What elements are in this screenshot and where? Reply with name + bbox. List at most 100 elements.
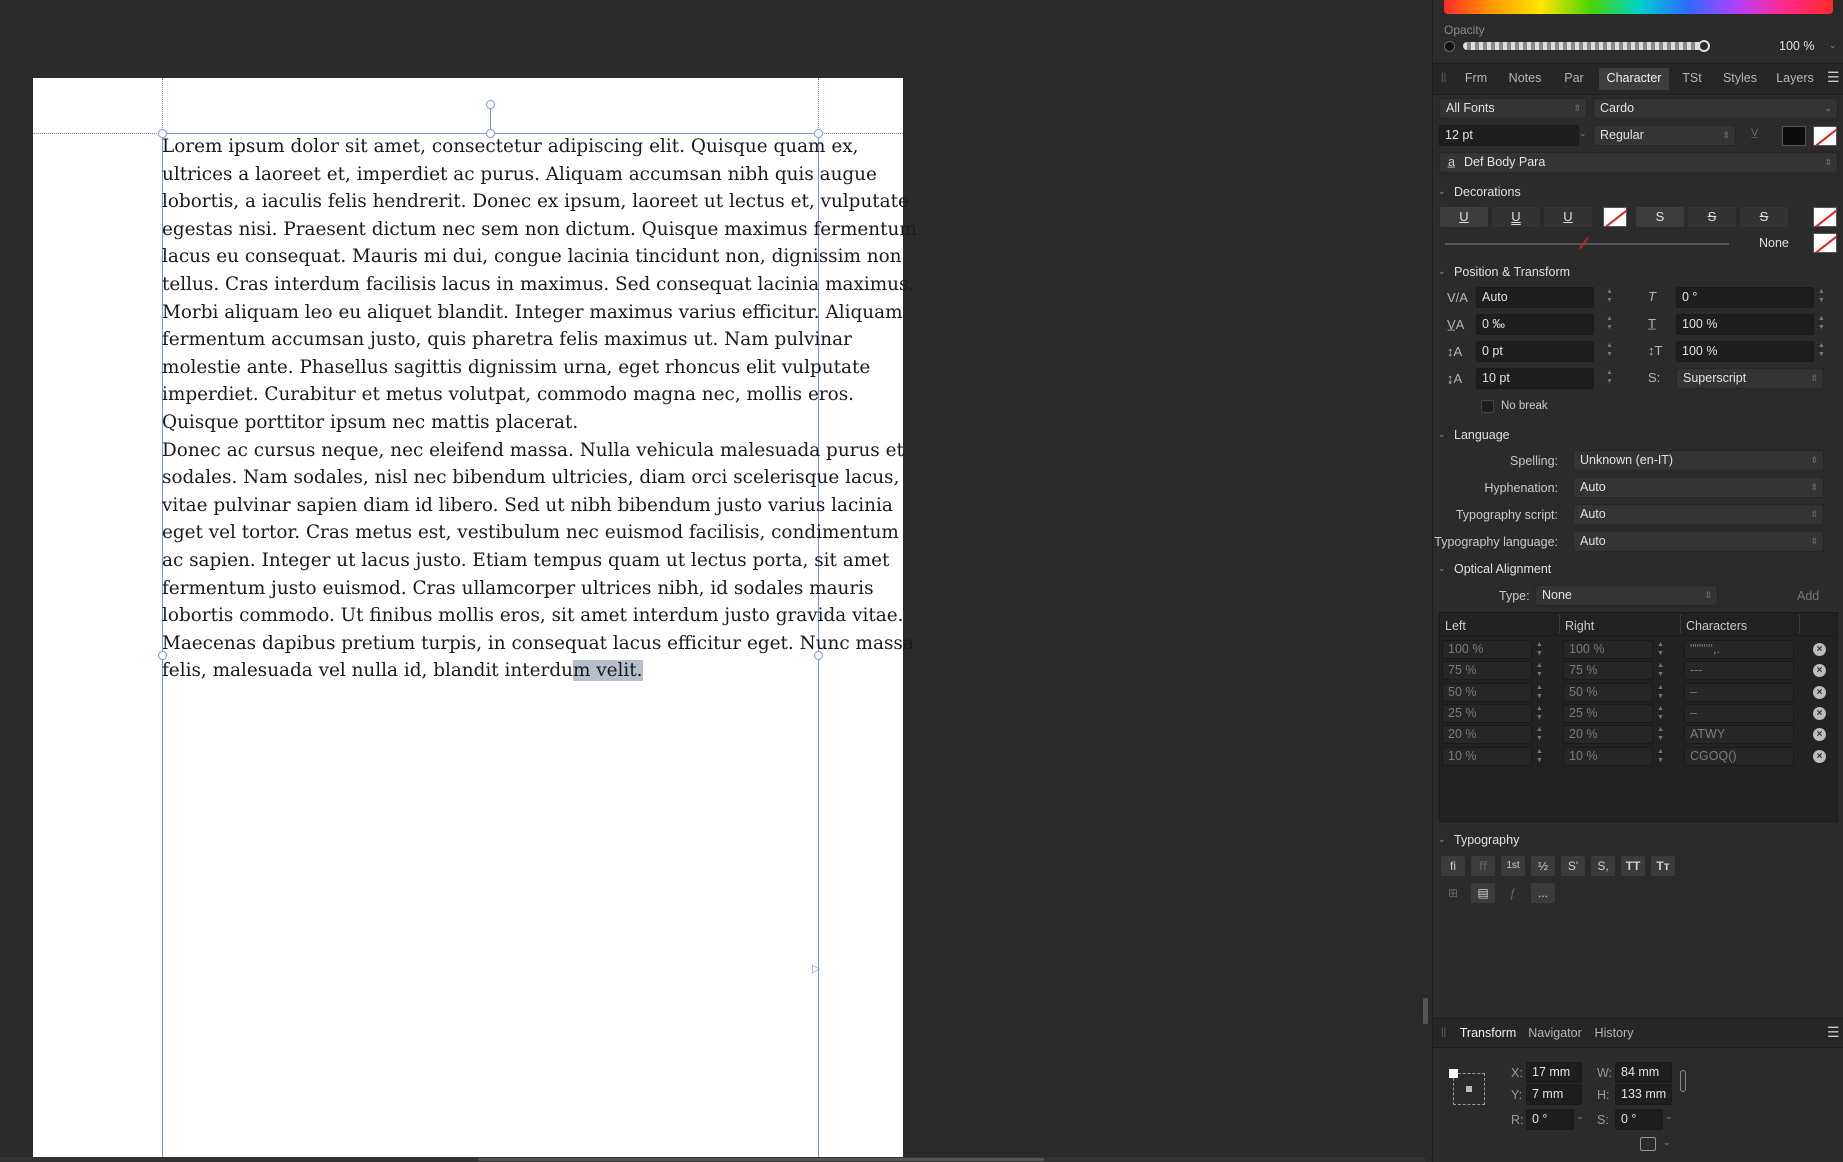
text-line[interactable]: tellus. Cras interdum facilisis lacus in… — [162, 271, 914, 299]
optical-right-field[interactable]: 25 % — [1563, 703, 1653, 723]
text-overflow-arrow-icon[interactable]: ▷ — [812, 962, 820, 975]
optical-left-field[interactable]: 50 % — [1442, 682, 1532, 702]
remove-row-icon[interactable]: × — [1813, 643, 1826, 656]
optical-left-field[interactable]: 75 % — [1442, 661, 1532, 681]
optical-left-stepper[interactable]: ▲ ▼ — [1535, 747, 1544, 766]
superscript-button[interactable]: S' — [1561, 856, 1585, 876]
y-field[interactable]: 7 mm — [1526, 1084, 1582, 1105]
text-line[interactable]: molestie ante. Phasellus sagittis dignis… — [162, 354, 870, 382]
shear-stepper[interactable]: ▲ ▼ — [1817, 287, 1826, 308]
text-line[interactable]: sodales. Nam sodales, nisl nec bibendum … — [162, 464, 899, 492]
all-caps-button[interactable]: TT — [1621, 856, 1645, 876]
optical-right-stepper[interactable]: ▲ ▼ — [1656, 725, 1665, 744]
tab-tst[interactable]: TSt — [1675, 68, 1709, 90]
fractions-button[interactable]: ½ — [1531, 856, 1555, 876]
opacity-dropdown-icon[interactable]: ⌄ — [1829, 40, 1837, 51]
tracking-field[interactable]: 0 ‰ — [1476, 314, 1594, 335]
thick-underline-button[interactable]: U — [1543, 206, 1593, 228]
optical-left-stepper[interactable]: ▲ ▼ — [1535, 661, 1544, 680]
optical-right-stepper[interactable]: ▲ ▼ — [1656, 704, 1665, 723]
optical-type-dropdown[interactable]: None ⇳ — [1535, 585, 1718, 606]
lock-aspect-ratio-icon[interactable] — [1680, 1070, 1686, 1092]
vertical-scale-stepper[interactable]: ▲ ▼ — [1817, 314, 1826, 335]
discretionary-ligatures-button[interactable]: ﬀ — [1471, 856, 1495, 876]
text-line[interactable]: lobortis, a iaculis felis hendrerit. Don… — [162, 188, 909, 216]
shear-field[interactable]: 0 ° — [1676, 287, 1814, 308]
optical-left-stepper[interactable]: ▲ ▼ — [1535, 640, 1544, 659]
tab-styles[interactable]: Styles — [1717, 68, 1763, 90]
optical-right-field[interactable]: 10 % — [1563, 746, 1653, 766]
document-canvas[interactable]: ▷ Lorem ipsum dolor sit amet, consectetu… — [0, 0, 1428, 1162]
tracking-stepper[interactable]: ▲ ▼ — [1605, 314, 1614, 335]
colour-spectrum[interactable] — [1444, 0, 1833, 14]
character-style-dropdown[interactable]: a̲ Def Body Para ⇳ — [1439, 152, 1838, 173]
tab-par[interactable]: Par — [1557, 68, 1591, 90]
hyphenation-dropdown[interactable]: Auto ⇳ — [1573, 477, 1824, 498]
horizontal-scrollbar-thumb[interactable] — [478, 1158, 1044, 1161]
tab-character[interactable]: Character — [1599, 68, 1669, 90]
optical-characters-field[interactable]: ATWY — [1684, 725, 1794, 745]
text-body[interactable]: Lorem ipsum dolor sit amet, consectetur … — [162, 133, 917, 657]
optical-right-stepper[interactable]: ▲ ▼ — [1656, 747, 1665, 766]
panel-menu-icon[interactable]: ☰ — [1827, 69, 1840, 86]
tab-navigator[interactable]: Navigator — [1525, 1023, 1585, 1045]
panel-grip-icon[interactable]: || — [1441, 1027, 1446, 1038]
panel-grip-icon[interactable]: || — [1441, 72, 1446, 83]
decoration-line-colour-swatch[interactable] — [1813, 233, 1837, 253]
strikethrough-button[interactable]: S — [1635, 206, 1685, 228]
text-line[interactable]: fermentum justo euismod. Cras ullamcorpe… — [162, 575, 874, 603]
text-line-last[interactable]: felis, malesuada vel nulla id, blandit i… — [162, 657, 818, 685]
shear-transform-field[interactable]: 0 ° — [1615, 1109, 1663, 1130]
section-typography[interactable]: ⌄ Typography — [1433, 830, 1843, 852]
swash-button[interactable]: ƒ — [1501, 883, 1525, 903]
text-line[interactable]: imperdiet. Curabitur et metus volutpat, … — [162, 381, 854, 409]
tab-history[interactable]: History — [1591, 1023, 1637, 1045]
optical-right-stepper[interactable]: ▲ ▼ — [1656, 661, 1665, 680]
underline-button[interactable]: U — [1439, 206, 1489, 228]
bottom-panel-menu-icon[interactable]: ☰ — [1827, 1024, 1840, 1041]
shear-dropdown-icon[interactable]: ⌄ — [1665, 1111, 1673, 1122]
no-break-checkbox[interactable] — [1481, 400, 1494, 413]
optical-characters-field[interactable]: --- — [1684, 661, 1794, 681]
ordinals-button[interactable]: 1st — [1501, 856, 1525, 876]
section-language[interactable]: ⌄ Language — [1433, 425, 1843, 447]
rotate-handle[interactable] — [486, 100, 495, 109]
tab-layers[interactable]: Layers — [1769, 68, 1821, 90]
optical-characters-field[interactable]: """'''',. — [1684, 640, 1794, 659]
leading-field[interactable]: 10 pt — [1476, 368, 1594, 389]
optical-right-stepper[interactable]: ▲ ▼ — [1656, 640, 1665, 659]
remove-row-icon[interactable]: × — [1813, 685, 1826, 699]
text-line[interactable]: vitae pulvinar sapien diam id libero. Se… — [162, 492, 893, 520]
double-underline-button[interactable]: U — [1491, 206, 1541, 228]
glyph-variants-button[interactable]: ⊞ — [1441, 883, 1465, 903]
x-field[interactable]: 17 mm — [1526, 1062, 1582, 1083]
tab-notes[interactable]: Notes — [1502, 68, 1548, 90]
optical-left-field[interactable]: 10 % — [1442, 746, 1532, 766]
font-size-field[interactable]: 12 pt — [1439, 125, 1579, 146]
optical-left-field[interactable]: 20 % — [1442, 725, 1532, 745]
strikethrough-colour-swatch[interactable] — [1813, 207, 1837, 227]
font-style-dropdown[interactable]: Regular ⇳ — [1593, 125, 1736, 146]
leading-stepper[interactable]: ▲ ▼ — [1605, 368, 1614, 389]
tabular-figures-button[interactable]: ▤ — [1471, 883, 1495, 903]
section-optical-alignment[interactable]: ⌄ Optical Alignment — [1433, 559, 1843, 581]
opacity-slider[interactable] — [1463, 42, 1703, 50]
baseline-field[interactable]: 0 pt — [1476, 341, 1594, 362]
w-field[interactable]: 84 mm — [1615, 1062, 1672, 1083]
text-stroke-colour-swatch[interactable] — [1813, 126, 1837, 146]
section-decorations[interactable]: ⌄ Decorations — [1433, 182, 1843, 204]
optical-right-stepper[interactable]: ▲ ▼ — [1656, 683, 1665, 702]
optical-characters-field[interactable]: CGOQ() — [1684, 746, 1794, 766]
optical-right-field[interactable]: 75 % — [1563, 661, 1653, 681]
decoration-line-weight-slider[interactable] — [1445, 243, 1729, 245]
text-line[interactable]: ultrices a laoreet et, imperdiet ac puru… — [162, 161, 877, 189]
optical-characters-field[interactable]: – — [1684, 703, 1794, 723]
thick-strikethrough-button[interactable]: S — [1739, 206, 1789, 228]
text-line[interactable]: lobortis commodo. Ut finibus mollis eros… — [162, 602, 903, 630]
anchor-point-selector[interactable] — [1449, 1069, 1489, 1109]
opacity-slider-knob[interactable] — [1698, 40, 1710, 52]
position-dropdown[interactable]: Superscript ⇳ — [1676, 368, 1824, 389]
optical-add-button[interactable]: Add — [1797, 589, 1819, 603]
spelling-dropdown[interactable]: Unknown (en-IT) ⇳ — [1573, 450, 1824, 471]
opacity-value[interactable]: 100 % — [1779, 39, 1814, 53]
